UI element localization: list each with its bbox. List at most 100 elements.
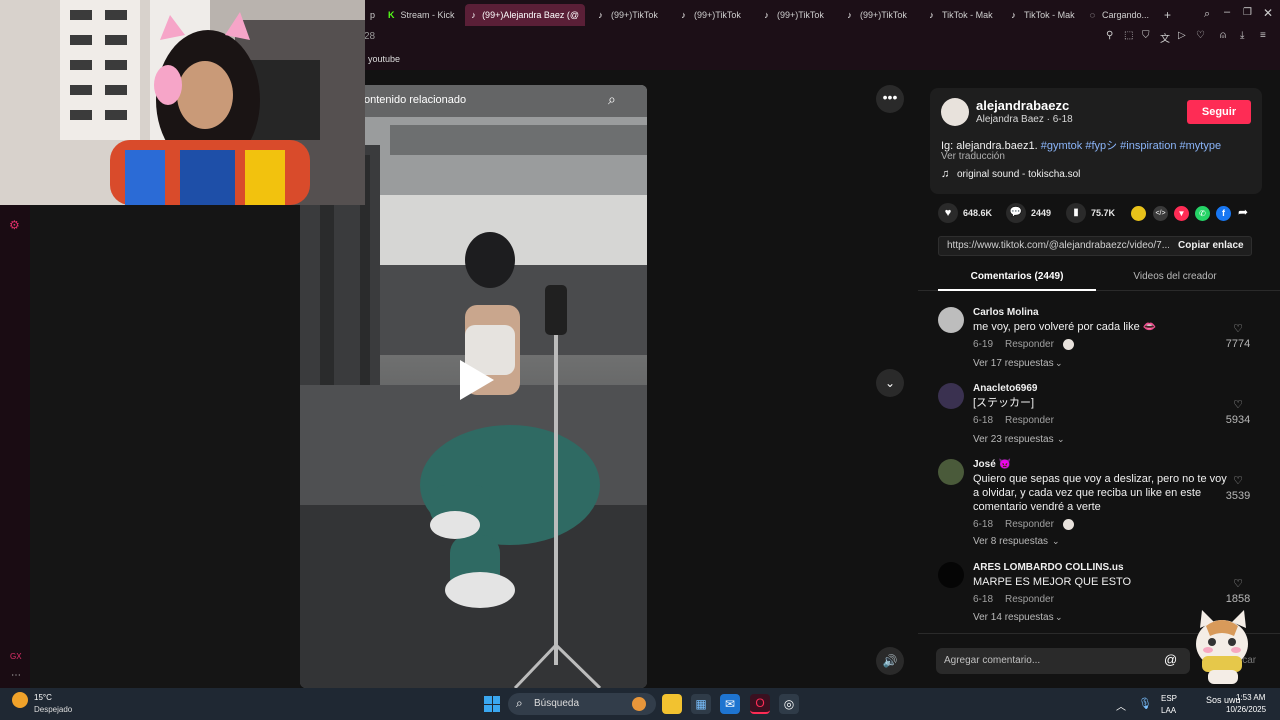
tab-tiktok-6[interactable]: ♪ TikTok - Mak — [1003, 4, 1081, 26]
reply-button[interactable]: Responder — [1005, 594, 1054, 605]
loading-icon: ◌ — [1089, 10, 1096, 20]
volume-button[interactable]: 🔊 — [876, 647, 904, 675]
tab-comments[interactable]: Comentarios (2449) — [938, 271, 1096, 282]
comment-date: 6-18 — [973, 594, 994, 605]
clock-time[interactable]: 1:53 AM — [1236, 693, 1265, 702]
tiktok-icon: ♪ — [681, 10, 686, 20]
author-avatar[interactable] — [941, 98, 969, 126]
tab-0[interactable]: p — [364, 4, 380, 26]
comment-text: [ステッカー] — [973, 397, 1035, 409]
tab-tiktok-1[interactable]: ♪ (99+)TikTok — [590, 4, 668, 26]
comment-like-icon[interactable]: ♡ — [1218, 398, 1258, 411]
minimize-icon[interactable]: – — [1224, 6, 1230, 18]
language-top[interactable]: ESP — [1161, 694, 1177, 703]
store-icon[interactable]: ▦ — [691, 694, 711, 714]
clock-date[interactable]: 10/26/2025 — [1226, 705, 1266, 714]
view-replies-button[interactable]: Ver 23 respuestas — [973, 434, 1054, 445]
comment-like-icon[interactable]: ♡ — [1218, 474, 1258, 487]
heart-icon[interactable]: ♡ — [1196, 30, 1205, 41]
bookmark-youtube[interactable]: youtube — [368, 54, 400, 64]
bookmark-icon: ▮ — [1066, 203, 1086, 223]
mention-icon[interactable]: @ — [1164, 652, 1177, 667]
weather-desc[interactable]: Despejado — [34, 705, 72, 714]
coin-share-icon[interactable] — [1131, 206, 1146, 221]
reply-button[interactable]: Responder — [1005, 339, 1054, 350]
send-share-icon[interactable]: ▼ — [1174, 206, 1189, 221]
mail-icon[interactable]: ✉ — [720, 694, 740, 714]
new-tab-button[interactable]: + — [1164, 8, 1171, 22]
chevron-up-icon[interactable]: ︿ — [1116, 698, 1126, 713]
shield-icon[interactable]: ⛉ — [1142, 30, 1150, 41]
settings-icon[interactable]: ⚙ — [9, 218, 20, 232]
comment-input[interactable]: Agregar comentario... @ — [936, 648, 1190, 674]
comment-item: Carlos Molina me voy, pero volveré por c… — [938, 307, 1258, 377]
view-replies-button[interactable]: Ver 17 respuestas — [973, 358, 1054, 369]
opera-gx-icon[interactable]: O — [750, 694, 770, 714]
comment-text: Quiero que sepas que voy a deslizar, per… — [973, 473, 1227, 513]
facebook-icon[interactable]: f — [1216, 206, 1231, 221]
sidebar-gx-label: GX — [10, 652, 22, 661]
caption-hashtags[interactable]: #gymtok #fypシ #inspiration #mytype — [1041, 140, 1221, 152]
reply-button[interactable]: Responder — [1005, 519, 1054, 530]
view-replies-button[interactable]: Ver 8 respuestas — [973, 536, 1048, 547]
close-icon[interactable]: ✕ — [1263, 6, 1273, 20]
comment-like-icon[interactable]: ♡ — [1218, 577, 1258, 590]
search-icon[interactable]: ⌕ — [608, 91, 616, 108]
download-icon[interactable]: ⤓ — [1240, 30, 1244, 41]
comment-author[interactable]: José 👿 — [973, 459, 1011, 470]
screenshot-icon[interactable]: ⬚ — [1124, 30, 1133, 41]
language-bottom[interactable]: LAA — [1161, 706, 1176, 715]
comment-author[interactable]: Anacleto6969 — [973, 383, 1037, 394]
tab-kick[interactable]: K Stream - Kick — [382, 4, 460, 26]
like-action[interactable]: ♥ 648.6K — [938, 203, 992, 223]
creator-liked-avatar — [1063, 519, 1074, 530]
tab-tiktok-2[interactable]: ♪ (99+)TikTok — [673, 4, 751, 26]
embed-icon[interactable]: </> — [1153, 206, 1168, 221]
maximize-icon[interactable]: ❐ — [1243, 7, 1252, 18]
comment-avatar[interactable] — [938, 459, 964, 485]
pin-icon[interactable]: ⚲ — [1106, 30, 1113, 41]
comment-author[interactable]: ARES LOMBARDO COLLINS.us — [973, 562, 1124, 573]
share-arrow-icon[interactable]: ➦ — [1238, 205, 1248, 219]
more-options-button[interactable]: ••• — [876, 85, 904, 113]
windows-start-icon[interactable] — [484, 696, 500, 712]
weather-temp[interactable]: 15°C — [34, 693, 52, 702]
tab-active-tiktok[interactable]: ♪ (99+)Alejandra Baez (@ — [465, 4, 585, 26]
tab-tiktok-3[interactable]: ♪ (99+)TikTok — [756, 4, 834, 26]
search-tabs-icon[interactable]: ⌕ — [1204, 8, 1210, 21]
translate-icon[interactable]: 文 — [1160, 30, 1170, 45]
comment-avatar[interactable] — [938, 562, 964, 588]
app-icon[interactable]: ◎ — [779, 694, 799, 714]
profile-icon[interactable]: ⍝ — [1220, 30, 1226, 41]
next-video-button[interactable]: ⌄ — [876, 369, 904, 397]
copy-link-button[interactable]: Copiar enlace — [1178, 240, 1244, 251]
comment-avatar[interactable] — [938, 307, 964, 333]
video-url[interactable]: https://www.tiktok.com/@alejandrabaezc/v… — [947, 240, 1169, 251]
taskbar-search[interactable]: ⌕ Búsqueda — [508, 693, 656, 715]
tab-tiktok-5[interactable]: ♪ TikTok - Mak — [921, 4, 999, 26]
comment-like-icon[interactable]: ♡ — [1218, 322, 1258, 335]
save-action[interactable]: ▮ 75.7K — [1066, 203, 1115, 223]
whatsapp-icon[interactable]: ✆ — [1195, 206, 1210, 221]
reply-button[interactable]: Responder — [1005, 415, 1054, 426]
view-replies-button[interactable]: Ver 14 respuestas — [973, 612, 1054, 623]
more-icon[interactable]: ⋯ — [11, 670, 21, 681]
author-username[interactable]: alejandrabaezc — [976, 98, 1069, 113]
see-translation-link[interactable]: Ver traducción — [941, 151, 1005, 162]
file-explorer-icon[interactable] — [662, 694, 682, 714]
tab-creator-videos[interactable]: Videos del creador — [1096, 271, 1254, 282]
comment-author[interactable]: Carlos Molina — [973, 307, 1039, 318]
cat-sticker — [1196, 610, 1248, 684]
play-icon[interactable]: ▷ — [1178, 30, 1186, 41]
comment-avatar[interactable] — [938, 383, 964, 409]
menu-icon[interactable]: ≡ — [1260, 30, 1266, 41]
follow-button[interactable]: Seguir — [1187, 100, 1251, 124]
microphone-icon[interactable]: 🎙 — [1138, 697, 1152, 710]
chevron-down-icon: ⌄ — [1052, 536, 1060, 546]
sound-label[interactable]: original sound - tokischa.sol — [957, 169, 1080, 180]
comment-action[interactable]: 💬 2449 — [1006, 203, 1051, 223]
play-button[interactable] — [460, 360, 494, 400]
tab-loading[interactable]: ◌ Cargando... — [1083, 4, 1155, 26]
tab-active-indicator — [938, 289, 1096, 291]
tab-tiktok-4[interactable]: ♪ (99+)TikTok — [839, 4, 917, 26]
